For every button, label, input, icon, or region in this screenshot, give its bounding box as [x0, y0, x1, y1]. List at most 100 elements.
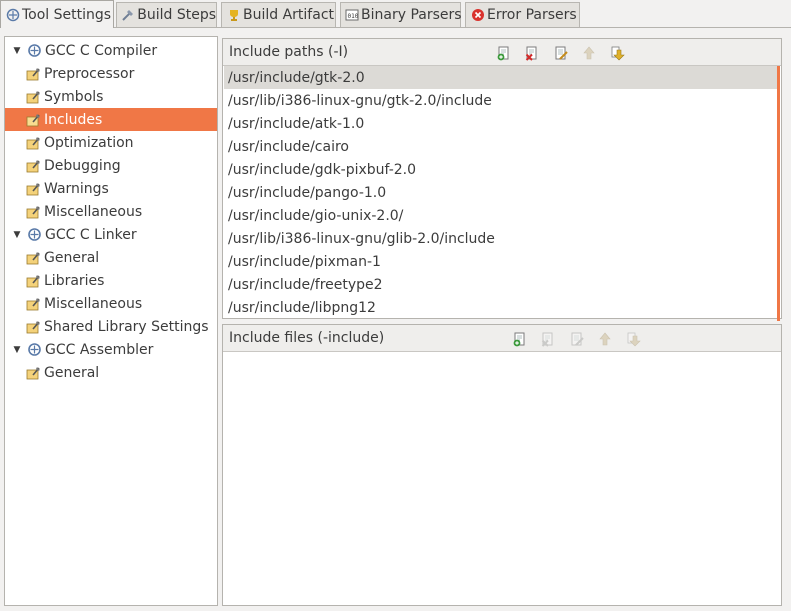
tree-item-gcc-c-linker[interactable]: ▼ GCC C Linker	[5, 223, 217, 246]
tree-item-label: Optimization	[44, 134, 134, 151]
include-path-text: /usr/include/gio-unix-2.0/	[228, 207, 404, 224]
option-category-icon	[25, 273, 41, 289]
tree-item-gcc-assembler[interactable]: ▼ GCC Assembler	[5, 338, 217, 361]
edit-icon[interactable]	[553, 45, 569, 61]
tool-icon	[26, 43, 42, 59]
include-path-row[interactable]: /usr/include/libpng12	[224, 296, 777, 319]
tree-item-general[interactable]: General	[5, 361, 217, 384]
include-paths-scrollbar[interactable]	[777, 66, 780, 321]
tree-item-warnings[interactable]: Warnings	[5, 177, 217, 200]
move-down-icon[interactable]	[625, 331, 641, 347]
tool-icon	[26, 227, 42, 243]
include-path-text: /usr/lib/i386-linux-gnu/gtk-2.0/include	[228, 92, 492, 109]
include-path-row[interactable]: /usr/lib/i386-linux-gnu/glib-2.0/include	[224, 227, 777, 250]
option-category-icon	[25, 158, 41, 174]
include-path-row[interactable]: /usr/include/pixman-1	[224, 250, 777, 273]
move-up-icon[interactable]	[581, 45, 597, 61]
tab-build-steps[interactable]: Build Steps	[116, 2, 217, 27]
add-icon[interactable]	[512, 331, 528, 347]
option-category-icon	[25, 296, 41, 312]
tree-item-libraries[interactable]: Libraries	[5, 269, 217, 292]
tab-bar: Tool Settings Build Steps Build Artifact…	[0, 0, 791, 28]
tab-label: Build Steps	[137, 7, 216, 23]
option-category-icon	[25, 250, 41, 266]
include-path-text: /usr/include/libpng12	[228, 299, 376, 316]
tree-item-label: Symbols	[44, 88, 104, 105]
include-path-text: /usr/include/pixman-1	[228, 253, 381, 270]
tree-item-general[interactable]: General	[5, 246, 217, 269]
option-category-icon	[25, 135, 41, 151]
tree-item-label: General	[44, 364, 100, 381]
include-path-text: /usr/lib/i386-linux-gnu/glib-2.0/include	[228, 230, 495, 247]
add-icon[interactable]	[496, 45, 512, 61]
include-path-text: /usr/include/gtk-2.0	[228, 69, 365, 86]
tree-item-label: Warnings	[44, 180, 109, 197]
tree-item-includes[interactable]: Includes	[5, 108, 217, 131]
tree-item-label: GCC C Linker	[45, 226, 137, 243]
option-category-icon	[25, 204, 41, 220]
include-path-row[interactable]: /usr/include/atk-1.0	[224, 112, 777, 135]
tool-settings-tree: ▼ GCC C Compiler Preprocessor Symbols In…	[4, 36, 218, 606]
tree-item-miscellaneous[interactable]: Miscellaneous	[5, 200, 217, 223]
include-path-text: /usr/include/pango-1.0	[228, 184, 387, 201]
tree-item-label: Debugging	[44, 157, 121, 174]
include-files-list[interactable]	[223, 352, 781, 605]
move-up-icon[interactable]	[597, 331, 613, 347]
tree-item-shared-library-settings[interactable]: Shared Library Settings	[5, 315, 217, 338]
expand-arrow-icon[interactable]: ▼	[11, 344, 23, 356]
include-path-text: /usr/include/cairo	[228, 138, 349, 155]
include-files-title: Include files (-include)	[229, 330, 385, 346]
include-path-text: /usr/include/freetype2	[228, 276, 383, 293]
build-steps-icon	[121, 8, 135, 23]
include-paths-panel: Include paths (-I) /usr/include/gtk-2.0 …	[222, 38, 782, 321]
include-files-header: Include files (-include)	[223, 325, 781, 352]
include-path-row[interactable]: /usr/include/pango-1.0	[224, 181, 777, 204]
build-artifact-icon	[226, 8, 241, 23]
include-path-text: /usr/include/gdk-pixbuf-2.0	[228, 161, 417, 178]
tab-build-artifact[interactable]: Build Artifact	[221, 2, 336, 27]
include-files-panel: Include files (-include)	[222, 324, 782, 606]
expand-arrow-icon[interactable]: ▼	[11, 229, 23, 241]
tree-item-label: Includes	[44, 111, 103, 128]
tab-label: Tool Settings	[22, 6, 112, 23]
svg-text:010: 010	[348, 13, 359, 20]
tree-item-miscellaneous[interactable]: Miscellaneous	[5, 292, 217, 315]
tab-label: Build Artifact	[243, 7, 334, 23]
tree-item-label: Libraries	[44, 272, 105, 289]
tab-label: Binary Parsers	[361, 7, 462, 23]
tab-label: Error Parsers	[487, 7, 577, 23]
option-category-icon	[25, 66, 41, 82]
option-category-icon	[25, 365, 41, 381]
include-path-row[interactable]: /usr/include/gdk-pixbuf-2.0	[224, 158, 777, 181]
tree-item-optimization[interactable]: Optimization	[5, 131, 217, 154]
binary-parsers-icon: 010	[345, 8, 359, 23]
include-path-row[interactable]: /usr/include/cairo	[224, 135, 777, 158]
tree-item-preprocessor[interactable]: Preprocessor	[5, 62, 217, 85]
option-category-icon	[25, 112, 41, 128]
include-path-row[interactable]: /usr/include/freetype2	[224, 273, 777, 296]
tab-binary-parsers[interactable]: 010 Binary Parsers	[340, 2, 462, 27]
delete-icon[interactable]	[540, 331, 556, 347]
tree-item-gcc-c-compiler[interactable]: ▼ GCC C Compiler	[5, 39, 217, 62]
include-paths-title: Include paths (-I)	[229, 44, 349, 60]
tree-item-debugging[interactable]: Debugging	[5, 154, 217, 177]
expand-arrow-icon[interactable]: ▼	[11, 45, 23, 57]
error-parsers-icon	[470, 8, 485, 23]
move-down-icon[interactable]	[609, 45, 625, 61]
tree-item-label: Shared Library Settings	[44, 318, 209, 335]
include-path-row[interactable]: /usr/lib/i386-linux-gnu/gtk-2.0/include	[224, 89, 777, 112]
option-category-icon	[25, 89, 41, 105]
tree-item-symbols[interactable]: Symbols	[5, 85, 217, 108]
tree-item-label: Miscellaneous	[44, 203, 143, 220]
delete-icon[interactable]	[524, 45, 540, 61]
tree-item-label: General	[44, 249, 100, 266]
tool-icon	[26, 342, 42, 358]
include-path-row[interactable]: /usr/include/gio-unix-2.0/	[224, 204, 777, 227]
option-category-icon	[25, 319, 41, 335]
include-path-row[interactable]: /usr/include/gtk-2.0	[224, 66, 777, 89]
include-paths-header: Include paths (-I)	[223, 39, 781, 66]
option-category-icon	[25, 181, 41, 197]
tab-error-parsers[interactable]: Error Parsers	[465, 2, 580, 27]
tab-tool-settings[interactable]: Tool Settings	[0, 0, 114, 28]
edit-icon[interactable]	[569, 331, 585, 347]
